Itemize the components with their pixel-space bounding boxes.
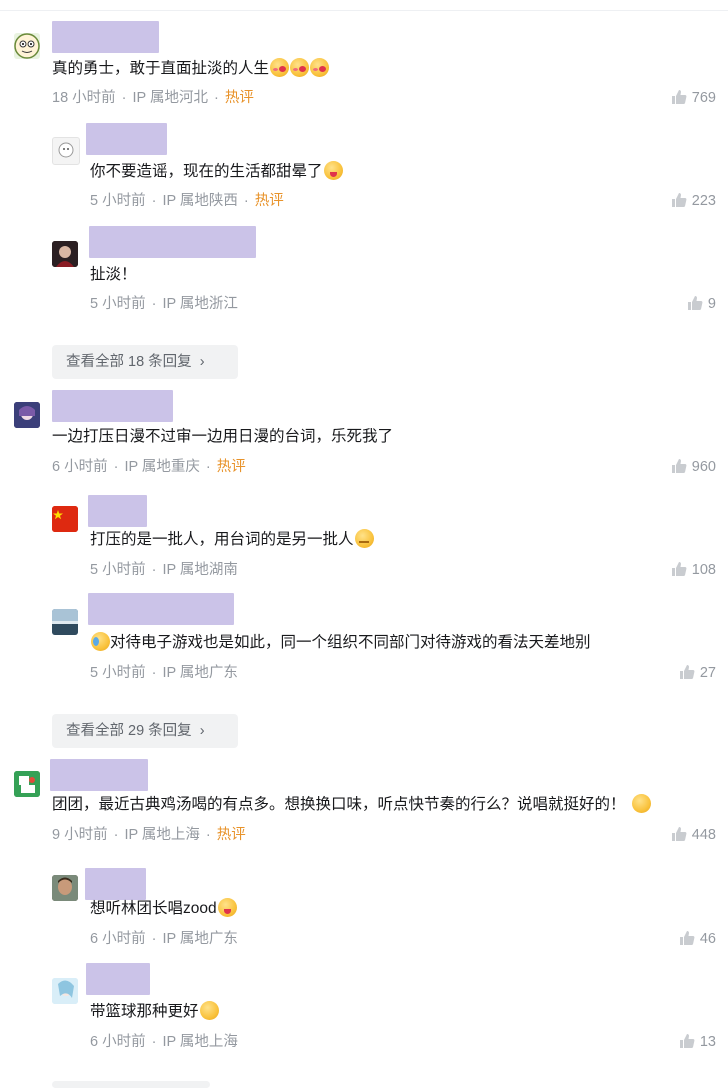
top-divider [0, 10, 728, 11]
like-button[interactable]: 223 [671, 191, 716, 211]
username-redacted[interactable] [88, 495, 147, 527]
like-button[interactable]: 448 [671, 825, 716, 845]
avatar[interactable] [52, 137, 80, 165]
thumbs-up-icon [679, 931, 695, 945]
username-redacted[interactable] [85, 868, 146, 900]
reply-text: 想听林团长唱zood [90, 898, 237, 920]
thumbs-up-icon [687, 296, 703, 310]
thumbs-up-icon [671, 827, 687, 841]
thumbs-up-icon [671, 562, 687, 576]
thumbs-up-icon [679, 665, 695, 679]
kiss-emoji-icon [310, 58, 330, 77]
reply-text: 带篮球那种更好 [90, 1001, 219, 1023]
hot-badge: 热评 [216, 459, 246, 475]
comment-text: 一边打压日漫不过审一边用日漫的台词，乐死我了 [52, 428, 394, 445]
avatar[interactable] [52, 875, 78, 901]
username-redacted[interactable] [52, 390, 173, 422]
hot-badge: 热评 [216, 827, 246, 843]
hot-badge: 热评 [254, 193, 284, 209]
tongue-emoji-icon [323, 161, 343, 180]
reply-meta: 6 小时前 · IP 属地广东 [90, 931, 238, 947]
avatar[interactable] [14, 771, 40, 797]
comment-meta: 6 小时前 · IP 属地重庆 · 热评 [52, 459, 246, 475]
comment-text: 真的勇士，敢于直面扯淡的人生 [52, 58, 330, 80]
kiss-emoji-icon [290, 58, 310, 77]
like-button[interactable]: 9 [687, 294, 716, 314]
avatar[interactable] [52, 609, 78, 635]
like-button[interactable]: 27 [679, 663, 716, 683]
like-button[interactable]: 13 [679, 1032, 716, 1052]
avatar[interactable] [52, 241, 78, 267]
reply-meta: 6 小时前 · IP 属地上海 [90, 1034, 238, 1050]
reply-meta: 5 小时前 · IP 属地湖南 [90, 562, 238, 578]
relieved-emoji-icon [199, 1001, 219, 1020]
reply-text: 你不要造谣，现在的生活都甜晕了 [90, 161, 343, 183]
kiss-emoji-icon [270, 58, 290, 77]
view-all-replies-button[interactable]: 查看全部 29 条回复 › [52, 714, 238, 748]
avatar[interactable] [14, 402, 40, 428]
thumbs-up-icon [679, 1034, 695, 1048]
yum-emoji-icon [217, 898, 237, 917]
crying-laughing-emoji-icon [91, 632, 110, 651]
view-all-replies-button[interactable]: 查看全部 18 条回复 › [52, 345, 238, 379]
reply-text: 对待电子游戏也是如此，同一个组织不同部门对待游戏的看法天差地别 [90, 632, 591, 654]
view-all-replies-button[interactable] [52, 1081, 210, 1088]
reply-text: 打压的是一批人，用台词的是另一批人 [90, 529, 374, 551]
username-redacted[interactable] [52, 21, 159, 53]
avatar[interactable] [52, 506, 78, 532]
relieved-emoji-icon [631, 794, 651, 813]
avatar[interactable] [52, 978, 78, 1004]
username-redacted[interactable] [86, 963, 150, 995]
avatar[interactable] [14, 33, 40, 59]
hot-badge: 热评 [224, 90, 254, 106]
like-button[interactable]: 108 [671, 560, 716, 580]
username-redacted[interactable] [50, 759, 148, 791]
thinking-emoji-icon [354, 529, 374, 548]
thumbs-up-icon [671, 459, 687, 473]
reply-meta: 5 小时前 · IP 属地陕西 · 热评 [90, 193, 284, 209]
username-redacted[interactable] [89, 226, 256, 258]
like-button[interactable]: 769 [671, 88, 716, 108]
reply-meta: 5 小时前 · IP 属地广东 [90, 665, 238, 681]
like-button[interactable]: 960 [671, 457, 716, 477]
thumbs-up-icon [671, 193, 687, 207]
username-redacted[interactable] [88, 593, 234, 625]
username-redacted[interactable] [86, 123, 167, 155]
comment-meta: 18 小时前 · IP 属地河北 · 热评 [52, 90, 254, 106]
chevron-right-icon: › [199, 354, 205, 370]
reply-meta: 5 小时前 · IP 属地浙江 [90, 296, 238, 312]
reply-text: 扯淡！ [90, 266, 137, 283]
like-button[interactable]: 46 [679, 929, 716, 949]
chevron-right-icon: › [199, 723, 205, 739]
comment-meta: 9 小时前 · IP 属地上海 · 热评 [52, 827, 246, 843]
thumbs-up-icon [671, 90, 687, 104]
comment-text: 团团，最近古典鸡汤喝的有点多。想换换口味，听点快节奏的行么？说唱就挺好的！ [52, 794, 651, 816]
